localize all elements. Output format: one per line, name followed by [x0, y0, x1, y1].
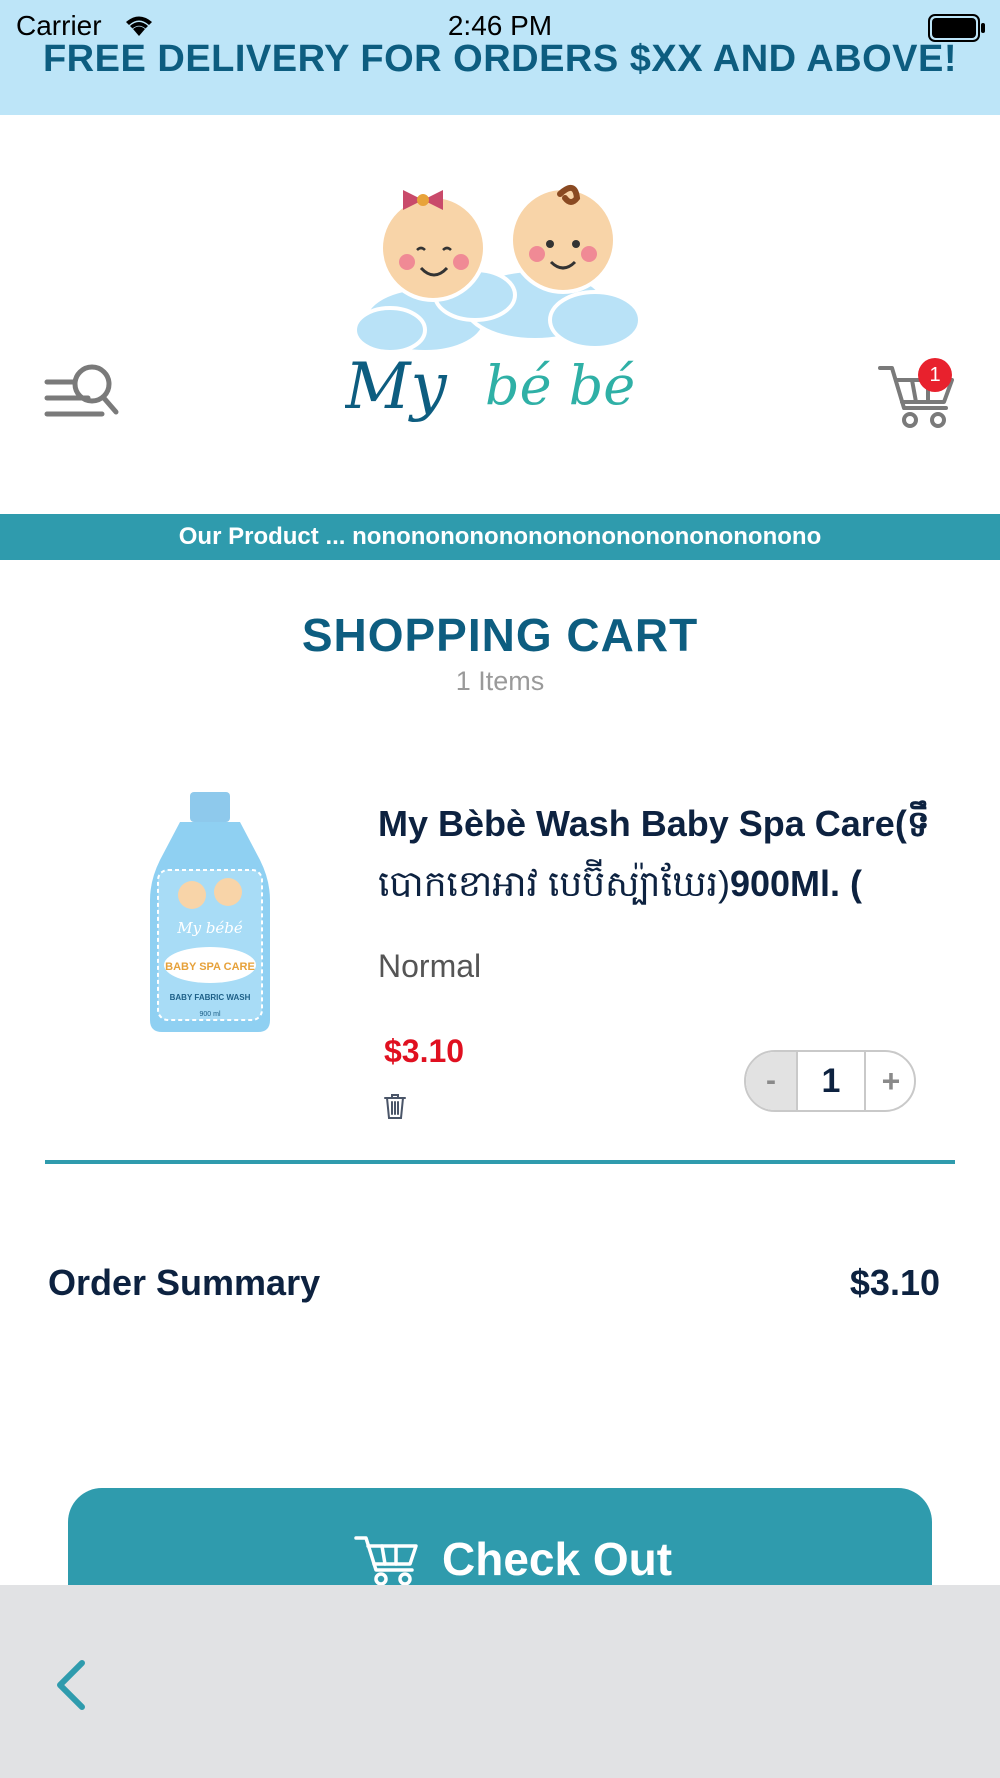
divider	[45, 1160, 955, 1164]
back-chevron-icon[interactable]	[52, 1657, 92, 1713]
page-title: SHOPPING CART	[301, 609, 699, 661]
product-name-line1: My Bèbè Wash Baby Spa Care(ទឹ	[378, 803, 930, 844]
cart-item-count: 1 Items	[455, 666, 545, 696]
promo-banner: Carrier 2:46 PM FREE DELIVERY FOR ORDERS…	[0, 0, 1000, 115]
checkout-label: Check Out	[442, 1533, 673, 1585]
product-variant: Normal	[378, 948, 482, 984]
trash-icon[interactable]	[383, 1092, 407, 1120]
order-summary-total: $3.10	[849, 1262, 940, 1303]
cart-count-badge: 1	[918, 358, 952, 392]
announcement-text: Our Product ... nononononononononononono…	[178, 523, 822, 550]
order-summary-label: Order Summary	[48, 1262, 321, 1303]
quantity-value[interactable]: 1	[796, 1052, 866, 1110]
cart-icon	[354, 1536, 418, 1586]
brand-logo: My bé bé	[345, 185, 642, 424]
svg-text:bé bé: bé bé	[485, 354, 635, 417]
product-image[interactable]: My bébé BABY SPA CARE BABY FABRIC WASH 9…	[140, 790, 280, 1035]
promo-text: FREE DELIVERY FOR ORDERS $XX AND ABOVE!	[42, 38, 958, 80]
product-name[interactable]: My Bèbè Wash Baby Spa Care(ទឹ បោកខោអាវ ប…	[378, 796, 930, 926]
product-label-subtitle: BABY FABRIC WASH	[170, 993, 251, 1002]
product-label-volume: 900 ml	[199, 1011, 220, 1018]
announcement-strip: Our Product ... nononononononononononono…	[0, 514, 1000, 560]
product-label-brand: My bébé	[176, 919, 243, 937]
product-name-size: 900Ml. (	[729, 863, 862, 904]
product-name-khmer: បោកខោអាវ បេប៊ីស្ប៉ាឃែរ)	[378, 863, 730, 904]
bottom-toolbar	[0, 1585, 1000, 1778]
product-name-line2: បោកខោអាវ បេប៊ីស្ប៉ាឃែរ)900Ml. (	[378, 852, 930, 916]
quantity-stepper: - 1 +	[744, 1050, 916, 1112]
increase-quantity-button[interactable]: +	[866, 1052, 914, 1110]
svg-text:My: My	[345, 350, 448, 424]
decrease-quantity-button[interactable]: -	[746, 1052, 796, 1110]
product-label-title: BABY SPA CARE	[165, 961, 255, 973]
product-price: $3.10	[384, 1033, 465, 1069]
search-menu-button[interactable]	[44, 360, 122, 428]
